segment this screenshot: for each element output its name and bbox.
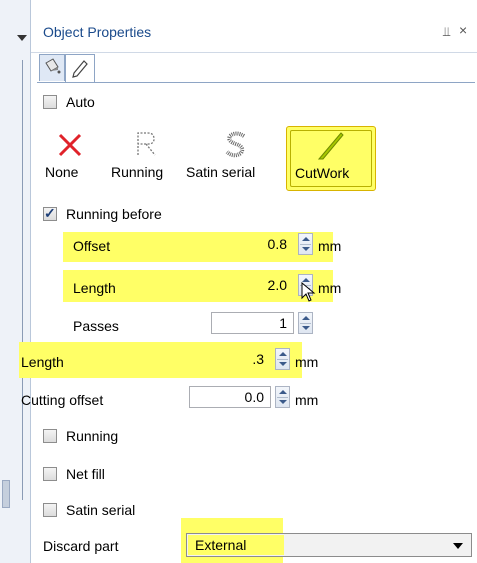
type-satin-serial-button[interactable]: Satin serial bbox=[186, 126, 282, 186]
resize-grip[interactable] bbox=[2, 480, 10, 508]
type-running-label: Running bbox=[111, 164, 164, 180]
length-input[interactable]: .3 bbox=[189, 348, 271, 370]
discard-part-value: External bbox=[195, 537, 247, 553]
net-fill-label: Net fill bbox=[66, 466, 105, 482]
passes-label: Passes bbox=[73, 318, 119, 334]
passes-stepper[interactable] bbox=[298, 312, 313, 334]
object-properties-panel: Object Properties ⫫ × Auto None Running … bbox=[19, 0, 477, 563]
cutting-offset-label: Cutting offset bbox=[21, 392, 104, 408]
cutwork-blade-icon bbox=[317, 132, 344, 160]
rb-length-label: Length bbox=[73, 280, 116, 296]
fill-bucket-icon bbox=[45, 58, 61, 74]
auto-label: Auto bbox=[66, 94, 95, 110]
cutting-offset-input[interactable]: 0.0 bbox=[189, 386, 271, 408]
running-checkbox[interactable] bbox=[43, 429, 57, 443]
discard-part-select[interactable]: External bbox=[186, 533, 472, 557]
length-unit: mm bbox=[295, 354, 319, 370]
close-icon[interactable]: × bbox=[459, 22, 467, 38]
pin-icon[interactable]: ⫫ bbox=[443, 24, 450, 40]
running-stitch-icon bbox=[137, 132, 156, 156]
running-before-label: Running before bbox=[66, 206, 162, 222]
satin-serial-checkbox[interactable] bbox=[43, 503, 57, 517]
satin-serial-icon bbox=[225, 131, 246, 158]
offset-stepper[interactable] bbox=[298, 233, 313, 255]
running-label: Running bbox=[66, 428, 119, 444]
rb-length-input[interactable]: 2.0 bbox=[211, 274, 294, 296]
none-x-icon bbox=[58, 133, 82, 157]
type-running-button[interactable]: Running bbox=[109, 126, 181, 186]
length-stepper[interactable] bbox=[275, 348, 290, 370]
type-none-label: None bbox=[45, 164, 79, 180]
cutting-offset-stepper[interactable] bbox=[275, 386, 290, 408]
satin-serial-label: Satin serial bbox=[66, 502, 136, 518]
panel-titlebar: Object Properties ⫫ × bbox=[31, 0, 477, 53]
net-fill-checkbox[interactable] bbox=[43, 467, 57, 481]
left-dock-strip bbox=[0, 0, 31, 563]
passes-input[interactable]: 1 bbox=[211, 312, 294, 334]
type-satin-serial-label: Satin serial bbox=[186, 164, 256, 180]
length-label: Length bbox=[21, 354, 64, 370]
rb-length-unit: mm bbox=[318, 280, 342, 296]
auto-checkbox[interactable] bbox=[43, 95, 57, 109]
mouse-cursor-icon bbox=[301, 282, 316, 302]
discard-part-label: Discard part bbox=[43, 538, 119, 554]
type-cutwork-button[interactable]: CutWork bbox=[286, 126, 376, 191]
pencil-icon bbox=[72, 60, 88, 78]
tab-fill[interactable] bbox=[39, 54, 65, 81]
offset-label: Offset bbox=[73, 238, 111, 254]
cutting-offset-unit: mm bbox=[295, 392, 319, 408]
dock-divider bbox=[22, 60, 23, 500]
running-before-checkbox[interactable] bbox=[43, 205, 57, 222]
type-cutwork-label: CutWork bbox=[295, 165, 350, 181]
panel-title: Object Properties bbox=[43, 24, 152, 40]
chevron-down-icon bbox=[453, 543, 463, 549]
offset-unit: mm bbox=[318, 238, 342, 254]
offset-input[interactable]: 0.8 bbox=[211, 233, 294, 255]
type-none-button[interactable]: None bbox=[37, 126, 103, 186]
tab-outline[interactable] bbox=[65, 54, 95, 83]
dock-arrow-icon[interactable] bbox=[17, 35, 27, 41]
